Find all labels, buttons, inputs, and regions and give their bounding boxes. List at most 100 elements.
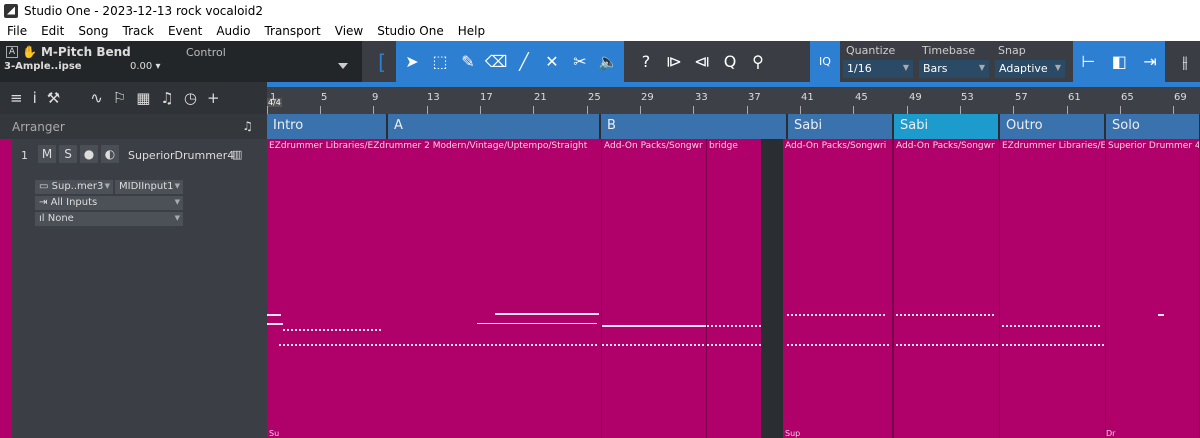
midi-note (267, 323, 283, 325)
parameter-value[interactable]: 0.00 ▾ (130, 61, 160, 72)
menu-help[interactable]: Help (451, 24, 492, 38)
arrow-tool-icon[interactable]: ➤ (398, 41, 426, 82)
listen-tool-icon[interactable]: 🔈 (594, 41, 622, 82)
bar-line (1013, 106, 1014, 114)
mute-tool-icon[interactable]: ✕ (538, 41, 566, 82)
parameter-display[interactable]: A ✋ M-Pitch Bend Control 3-Ample..ipse 0… (0, 41, 362, 82)
snap-select[interactable]: Snap Adaptive (995, 41, 1068, 82)
split-tool-icon[interactable]: ✂ (566, 41, 594, 82)
menu-event[interactable]: Event (161, 24, 209, 38)
flag-icon[interactable]: ⚐ (113, 89, 126, 107)
chord-icon[interactable]: ♫ (160, 89, 173, 107)
mute-button[interactable]: M (38, 145, 56, 163)
midi-clip[interactable]: EZdrummer Libraries/EZdrummer 2 Modern/V… (267, 139, 602, 438)
wrench-icon[interactable]: ⚒ (47, 89, 60, 107)
midi-note (267, 314, 281, 316)
menu-edit[interactable]: Edit (34, 24, 71, 38)
menu-view[interactable]: View (328, 24, 370, 38)
midi-note-row (1002, 325, 1102, 327)
bar-line (587, 106, 588, 114)
menu-song[interactable]: Song (71, 24, 115, 38)
automation-icon[interactable]: ∿ (90, 89, 103, 107)
bar-label: 41 (801, 92, 814, 103)
snap-cursor-icon[interactable]: ⇥ (1143, 52, 1156, 71)
snap-value[interactable]: Adaptive (995, 60, 1065, 78)
list-icon[interactable]: ≡ (10, 89, 23, 107)
arranger-label: Arranger (12, 120, 65, 134)
inspector-icon[interactable]: i (33, 89, 37, 107)
quantize-value[interactable]: 1/16 (843, 60, 913, 78)
loop-range-bar[interactable] (267, 82, 1200, 87)
clip-name: Add-On Packs/Songwr (604, 141, 703, 151)
output-select[interactable]: ıl None (35, 212, 183, 226)
menu-studio-one[interactable]: Studio One (370, 24, 450, 38)
bend-icon[interactable]: ⚲ (744, 41, 772, 82)
bracket-icon[interactable]: [ (368, 41, 396, 82)
menu-transport[interactable]: Transport (257, 24, 327, 38)
section-b[interactable]: B (601, 114, 787, 139)
bar-label: 57 (1015, 92, 1028, 103)
menu-file[interactable]: File (0, 24, 34, 38)
instrument-select[interactable]: ▭ Sup..mer3 (35, 180, 113, 194)
section-intro[interactable]: Intro (267, 114, 387, 139)
arranger-header[interactable]: Arranger ♫ (0, 114, 267, 139)
solo-button[interactable]: S (59, 145, 77, 163)
nudge-right-icon[interactable]: ⧏ (688, 41, 716, 82)
snap-buttons: ⊢ ◧ ⇥ (1073, 41, 1165, 82)
inputs-select[interactable]: ⇥ All Inputs (35, 196, 183, 210)
section-outro[interactable]: Outro (1000, 114, 1105, 139)
hand-icon: ✋ (22, 45, 37, 59)
zoom-icon[interactable]: Q (716, 41, 744, 82)
bar-line (747, 106, 748, 114)
timebase-select[interactable]: Timebase Bars (919, 41, 992, 82)
midi-clip[interactable]: Add-On Packs/Songwr (894, 139, 1000, 438)
iq-button[interactable]: IQ (810, 41, 840, 82)
track-name[interactable]: SuperiorDrummer4 (128, 149, 234, 162)
section-a[interactable]: A (388, 114, 600, 139)
section-sabi[interactable]: Sabi (788, 114, 893, 139)
bar-label: 49 (909, 92, 922, 103)
midi-note (1158, 314, 1164, 316)
midi-clip[interactable]: Add-On Packs/Songwri Sup (783, 139, 893, 438)
midi-clip[interactable]: Add-On Packs/Songwr (602, 139, 707, 438)
quantize-select[interactable]: Quantize 1/16 (843, 41, 916, 82)
section-sabi-selected[interactable]: Sabi (894, 114, 999, 139)
track-header[interactable]: 1 M S ● ◐ SuperiorDrummer4 ▥ ▭ Sup..mer3… (0, 139, 267, 438)
midi-input-select[interactable]: MIDIInput1 (115, 180, 183, 194)
music-note-icon[interactable]: ♫ (242, 119, 253, 133)
snap-grid-icon[interactable]: ⊢ (1081, 52, 1095, 71)
range-tool-icon[interactable]: ⬚ (426, 41, 454, 82)
help-icon[interactable]: ? (632, 41, 660, 82)
eraser-tool-icon[interactable]: ⌫ (482, 41, 510, 82)
output-icon: ıl (39, 213, 48, 224)
menu-track[interactable]: Track (116, 24, 161, 38)
track-tools: ≡ i ⚒ ∿ ⚐ ▦ ♫ ◷ + (0, 82, 267, 114)
record-icon[interactable]: ● (80, 145, 98, 163)
split-view-icon[interactable]: ⫲ (1170, 41, 1200, 82)
midi-clip[interactable]: Superior Drummer 4 Dr Dr (1106, 139, 1200, 438)
bar-line (693, 106, 694, 114)
bar-label: 9 (372, 92, 379, 103)
timebase-value[interactable]: Bars (919, 60, 989, 78)
input-icon: ⇥ (39, 197, 51, 208)
monitor-icon[interactable]: ◐ (101, 145, 119, 163)
track-lane[interactable]: EZdrummer Libraries/EZdrummer 2 Modern/V… (267, 139, 1200, 438)
section-solo[interactable]: Solo (1106, 114, 1200, 139)
menu-audio[interactable]: Audio (209, 24, 257, 38)
grid-icon[interactable]: ▦ (136, 89, 150, 107)
clock-icon[interactable]: ◷ (184, 89, 197, 107)
pencil-tool-icon[interactable]: ✎ (454, 41, 482, 82)
nudge-left-icon[interactable]: ⧐ (660, 41, 688, 82)
clip-name: bridge (709, 141, 738, 151)
snap-event-icon[interactable]: ◧ (1112, 52, 1127, 71)
timeline-ruler[interactable]: 4/4 1 5 9 13 17 21 25 29 33 37 41 45 49 … (267, 82, 1200, 114)
bar-line (427, 106, 428, 114)
parameter-row: A ✋ M-Pitch Bend (6, 45, 131, 59)
midi-clip[interactable]: EZdrummer Libraries/E (1000, 139, 1106, 438)
paint-tool-icon[interactable]: ╱ (510, 41, 538, 82)
add-track-icon[interactable]: + (207, 89, 220, 107)
midi-clip[interactable]: bridge (707, 139, 762, 438)
chevron-down-icon[interactable] (338, 63, 348, 69)
clip-name: EZdrummer Libraries/EZdrummer 2 Modern/V… (269, 141, 588, 151)
midi-note-row (707, 325, 761, 327)
